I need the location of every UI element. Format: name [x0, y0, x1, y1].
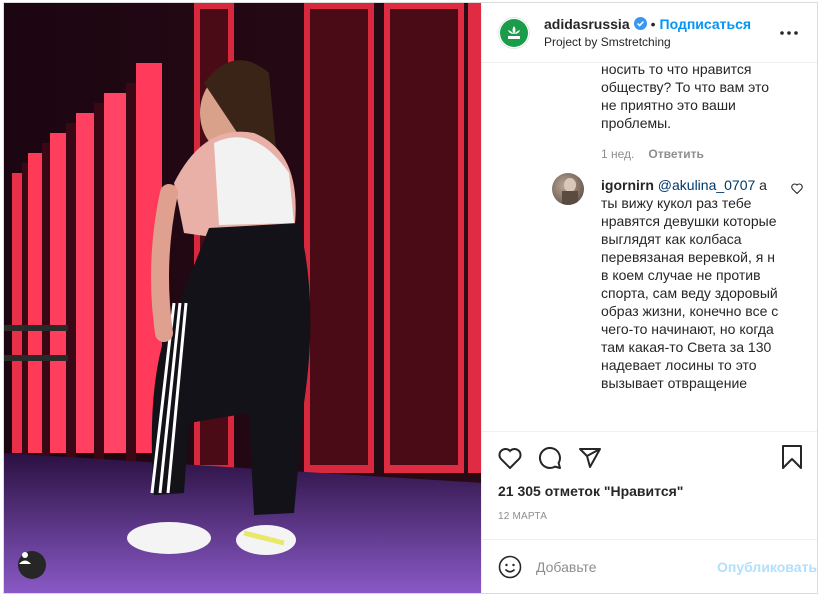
separator-dot: •: [650, 15, 656, 32]
emoji-smiley-icon[interactable]: [498, 555, 522, 579]
comment-text: носить то что нравится обществу? То что …: [601, 63, 769, 131]
verified-badge-icon: [633, 17, 647, 30]
share-paper-plane-icon[interactable]: [576, 444, 604, 472]
comment-age: 1 нед.: [601, 147, 635, 161]
post-actions: [482, 431, 817, 483]
user-tag-icon[interactable]: [18, 551, 46, 579]
follow-button[interactable]: Подписаться: [660, 15, 752, 33]
post-subtitle[interactable]: Project by Smstretching: [544, 33, 777, 51]
post-author-username[interactable]: adidasrussia: [544, 15, 630, 33]
adidas-logo-icon: [500, 18, 528, 47]
comment-item: igornirn @akulina_0707 а ты вижу кукол р…: [601, 176, 781, 392]
post-photo[interactable]: [4, 3, 481, 593]
publish-button[interactable]: Опубликовать: [717, 559, 817, 575]
instagram-post: adidasrussia • Подписаться Project by Sm…: [3, 2, 818, 594]
comment-meta: 1 нед. Ответить: [601, 147, 704, 161]
comments-list[interactable]: носить то что нравится обществу? То что …: [482, 63, 817, 431]
add-comment-input[interactable]: [536, 558, 717, 575]
photo-illustration: [4, 3, 481, 593]
post-sidebar: adidasrussia • Подписаться Project by Sm…: [481, 3, 817, 593]
comment-like-heart-icon[interactable]: [791, 181, 803, 199]
brand-avatar[interactable]: [498, 16, 530, 49]
comment-username[interactable]: igornirn: [601, 177, 654, 193]
comment-mention[interactable]: @akulina_0707: [658, 177, 756, 193]
add-comment-bar: Опубликовать: [482, 539, 817, 593]
reply-button[interactable]: Ответить: [648, 147, 703, 161]
post-header: adidasrussia • Подписаться Project by Sm…: [482, 3, 817, 63]
save-bookmark-icon[interactable]: [781, 444, 803, 475]
more-options-icon[interactable]: [777, 21, 801, 45]
person-icon: [19, 552, 31, 564]
commenter-avatar[interactable]: [552, 173, 584, 205]
likes-count[interactable]: 21 305 отметок "Нравится": [482, 483, 817, 505]
post-date[interactable]: 12 МАРТА: [482, 505, 817, 539]
comment-text: а ты вижу кукол раз тебе нравятся девушк…: [601, 177, 779, 391]
like-heart-icon[interactable]: [496, 444, 524, 472]
comment-bubble-icon[interactable]: [536, 444, 564, 472]
